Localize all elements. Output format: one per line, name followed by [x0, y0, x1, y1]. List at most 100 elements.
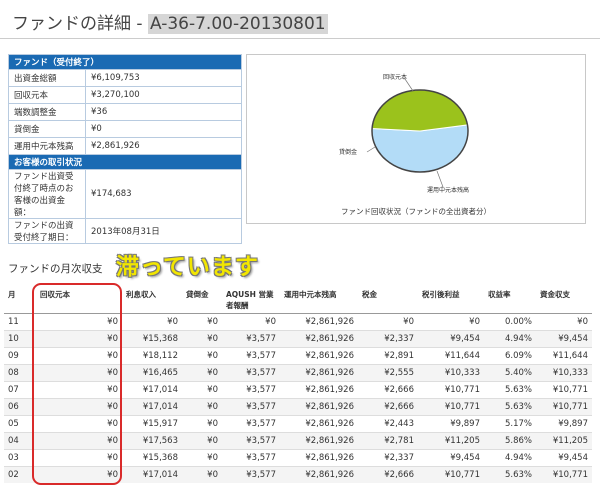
cell-tax: ¥2,443	[358, 415, 418, 433]
col-header-net-profit: 税引後利益	[422, 290, 460, 299]
customer-info-value: 2013年08月31日	[85, 218, 242, 244]
chart-caption: ファンド回収状況（ファンドの全出資者分）	[341, 207, 491, 216]
cell-tax: ¥2,666	[358, 466, 418, 483]
cell-fee: ¥3,577	[222, 381, 280, 399]
cell-yield: 0.00%	[484, 313, 536, 331]
customer-status-header: お客様の取引状況	[8, 154, 242, 170]
col-header-yield: 収益率	[488, 290, 511, 299]
cell-default: ¥0	[182, 398, 222, 416]
cell-net-profit: ¥10,771	[418, 381, 484, 399]
stuck-annotation: 滞っています	[116, 254, 259, 280]
cell-outstanding: ¥2,861,926	[280, 466, 358, 483]
cell-tax: ¥2,666	[358, 381, 418, 399]
cell-default: ¥0	[182, 432, 222, 450]
cell-interest: ¥15,368	[122, 449, 182, 467]
cell-cashflow: ¥11,644	[536, 347, 592, 365]
cell-yield: 5.63%	[484, 398, 536, 416]
page-title-prefix: ファンドの詳細 -	[12, 14, 148, 34]
fund-info-value: ¥2,861,926	[85, 137, 242, 155]
col-header-default: 貸倒金	[186, 290, 209, 299]
title-divider	[0, 38, 600, 39]
cell-fee: ¥3,577	[222, 415, 280, 433]
fund-info-value: ¥0	[85, 120, 242, 138]
cell-interest: ¥18,112	[122, 347, 182, 365]
cell-net-profit: ¥10,771	[418, 398, 484, 416]
cell-net-profit: ¥9,897	[418, 415, 484, 433]
cell-cashflow: ¥10,333	[536, 364, 592, 382]
fund-info-label: 出資金総額	[8, 69, 86, 87]
cell-cashflow: ¥9,897	[536, 415, 592, 433]
fund-info-value: ¥6,109,753	[85, 69, 242, 87]
cell-outstanding: ¥2,861,926	[280, 347, 358, 365]
pie-slice-outstanding	[371, 89, 469, 132]
fund-info-value: ¥3,270,100	[85, 86, 242, 104]
cell-outstanding: ¥2,861,926	[280, 381, 358, 399]
fund-info-row: 運用中元本残高 ¥2,861,926	[8, 137, 242, 155]
fund-info-row: 端数調整金 ¥36	[8, 103, 242, 121]
cell-tax: ¥2,891	[358, 347, 418, 365]
cell-fee: ¥3,577	[222, 466, 280, 483]
cell-fee: ¥3,577	[222, 347, 280, 365]
cell-default: ¥0	[182, 381, 222, 399]
cell-yield: 4.94%	[484, 330, 536, 348]
col-header-interest: 利息収入	[126, 290, 156, 299]
cell-cashflow: ¥10,771	[536, 398, 592, 416]
monthly-section-title: ファンドの月次収支	[8, 263, 103, 275]
cell-fee: ¥3,577	[222, 432, 280, 450]
fund-recovery-chart: 回収元本 貸倒金 運用中元本残高 ファンド回収状況（ファンドの全出資者分）	[246, 54, 586, 224]
cell-net-profit: ¥10,333	[418, 364, 484, 382]
pie-slice-recovered	[371, 124, 469, 173]
cell-default: ¥0	[182, 313, 222, 331]
cell-default: ¥0	[182, 415, 222, 433]
customer-info-label: ファンドの出資受付終了期日：	[8, 218, 86, 244]
cell-cashflow: ¥0	[536, 313, 592, 331]
fund-info-label: 回収元本	[8, 86, 86, 104]
cell-tax: ¥2,337	[358, 330, 418, 348]
pie-leader-default	[366, 146, 376, 153]
cell-yield: 4.94%	[484, 449, 536, 467]
fund-info-row: 貸倒金 ¥0	[8, 120, 242, 138]
cell-net-profit: ¥9,454	[418, 330, 484, 348]
cell-tax: ¥2,555	[358, 364, 418, 382]
cell-cashflow: ¥9,454	[536, 449, 592, 467]
cell-outstanding: ¥2,861,926	[280, 449, 358, 467]
cell-fee: ¥3,577	[222, 449, 280, 467]
cell-interest: ¥15,917	[122, 415, 182, 433]
cell-default: ¥0	[182, 449, 222, 467]
cell-cashflow: ¥11,205	[536, 432, 592, 450]
cell-outstanding: ¥2,861,926	[280, 398, 358, 416]
cell-fee: ¥3,577	[222, 398, 280, 416]
fund-info-label: 端数調整金	[8, 103, 86, 121]
cell-outstanding: ¥2,861,926	[280, 313, 358, 331]
cell-yield: 5.86%	[484, 432, 536, 450]
cell-net-profit: ¥0	[418, 313, 484, 331]
cell-interest: ¥16,465	[122, 364, 182, 382]
col-header-cashflow: 資金収支	[540, 290, 570, 299]
cell-net-profit: ¥10,771	[418, 466, 484, 483]
cell-interest: ¥17,014	[122, 466, 182, 483]
col-header-outstanding: 運用中元本残高	[284, 290, 337, 299]
fund-info-label: 運用中元本残高	[8, 137, 86, 155]
cell-default: ¥0	[182, 330, 222, 348]
cell-interest: ¥15,368	[122, 330, 182, 348]
col-header-tax: 税金	[362, 290, 377, 299]
customer-info-value: ¥174,683	[85, 169, 242, 219]
fund-info-value: ¥36	[85, 103, 242, 121]
cell-default: ¥0	[182, 364, 222, 382]
pie-label-recovered: 回収元本	[383, 74, 408, 81]
customer-info-label: ファンド出資受付終了時点のお客様の出資金額：	[8, 169, 86, 219]
cell-tax: ¥2,337	[358, 449, 418, 467]
fund-id: A-36-7.00-20130801	[147, 14, 328, 34]
cell-interest: ¥17,014	[122, 398, 182, 416]
pie-label-default: 貸倒金	[339, 149, 358, 156]
cell-cashflow: ¥10,771	[536, 381, 592, 399]
cell-yield: 6.09%	[484, 347, 536, 365]
cell-yield: 5.63%	[484, 466, 536, 483]
cell-interest: ¥17,014	[122, 381, 182, 399]
cell-tax: ¥2,666	[358, 398, 418, 416]
cell-cashflow: ¥9,454	[536, 330, 592, 348]
fund-info-label: 貸倒金	[8, 120, 86, 138]
col-header-fee: AQUSH 営業者報酬	[226, 290, 274, 310]
cell-cashflow: ¥10,771	[536, 466, 592, 483]
cell-outstanding: ¥2,861,926	[280, 330, 358, 348]
